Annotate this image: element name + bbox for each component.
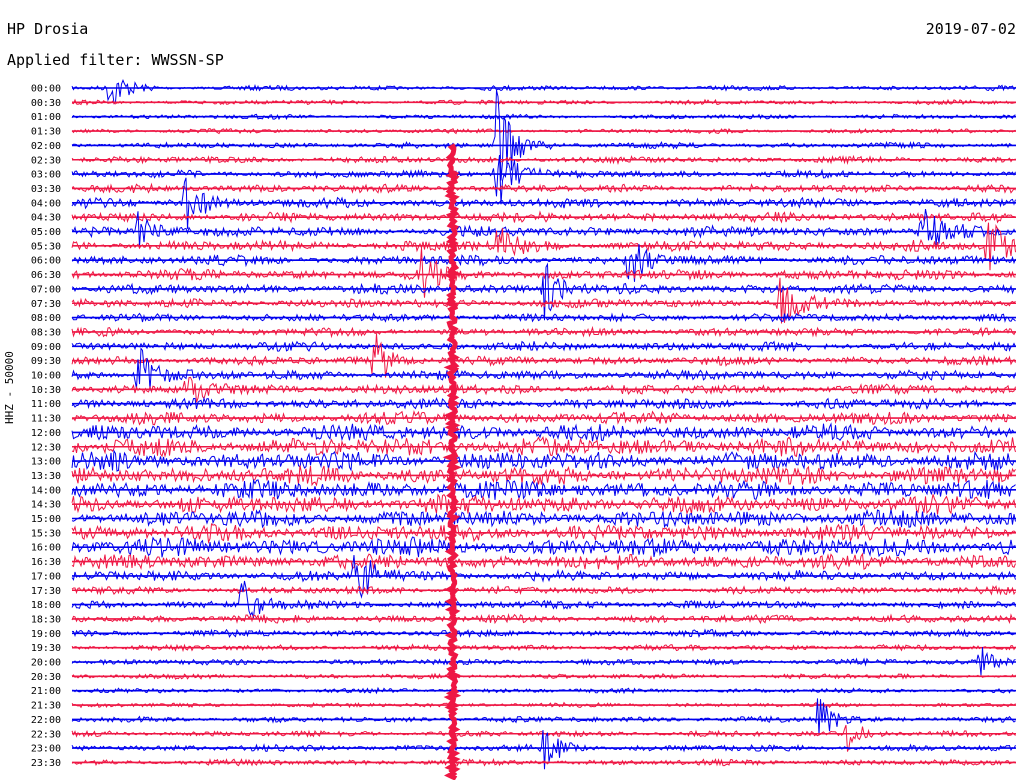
time-label: 18:30 [31,614,61,625]
trace-line [71,580,1016,619]
time-label: 16:30 [31,557,61,568]
time-label: 12:30 [31,442,61,453]
time-label: 10:30 [31,385,61,396]
time-label: 12:00 [31,428,61,439]
helicorder-plot: 00:00 00:30 01:00 01:30 02:00 02:30 03:00 03:30… [31,78,1016,780]
time-label: 10:00 [31,371,61,382]
time-label: 23:00 [31,744,61,755]
time-label: 14:30 [31,500,61,511]
time-label: 20:00 [31,658,61,669]
time-label: 19:00 [31,629,61,640]
time-label: 09:30 [31,356,61,367]
trace-line [71,647,1016,676]
time-label: 23:30 [31,758,61,769]
time-label: 04:30 [31,213,61,224]
time-label: 21:00 [31,686,61,697]
time-label: 08:00 [31,313,61,324]
time-label: 13:30 [31,471,61,482]
time-label: 17:00 [31,571,61,582]
time-label: 22:00 [31,715,61,726]
time-label: 13:00 [31,457,61,468]
time-label-group: 00:00 00:30 01:00 01:30 02:00 02:30 03:00 03:30… [31,84,61,769]
time-label: 17:30 [31,586,61,597]
time-label: 00:30 [31,98,61,109]
time-label: 15:30 [31,528,61,539]
time-label: 07:00 [31,284,61,295]
time-label: 08:30 [31,327,61,338]
time-label: 00:00 [31,84,61,95]
trace-line [71,333,1016,378]
time-label: 03:00 [31,170,61,181]
time-label: 15:00 [31,514,61,525]
trace-line [71,262,1016,321]
time-label: 18:00 [31,600,61,611]
time-label: 02:30 [31,155,61,166]
time-label: 14:00 [31,485,61,496]
time-label: 05:30 [31,241,61,252]
time-label: 01:00 [31,112,61,123]
time-label: 05:00 [31,227,61,238]
time-label: 16:00 [31,543,61,554]
trace-line [71,698,1016,736]
time-label: 01:30 [31,127,61,138]
time-label: 22:30 [31,729,61,740]
time-label: 06:00 [31,256,61,267]
time-label: 21:30 [31,701,61,712]
trace-group [71,78,1016,780]
long-spike [442,143,462,780]
time-label: 11:30 [31,414,61,425]
trace-line [71,78,1016,105]
time-label: 20:30 [31,672,61,683]
time-label: 02:00 [31,141,61,152]
time-label: 09:00 [31,342,61,353]
time-label: 19:30 [31,643,61,654]
time-label: 11:00 [31,399,61,410]
time-label: 07:30 [31,299,61,310]
time-label: 04:00 [31,198,61,209]
time-label: 03:30 [31,184,61,195]
time-label: 06:30 [31,270,61,281]
